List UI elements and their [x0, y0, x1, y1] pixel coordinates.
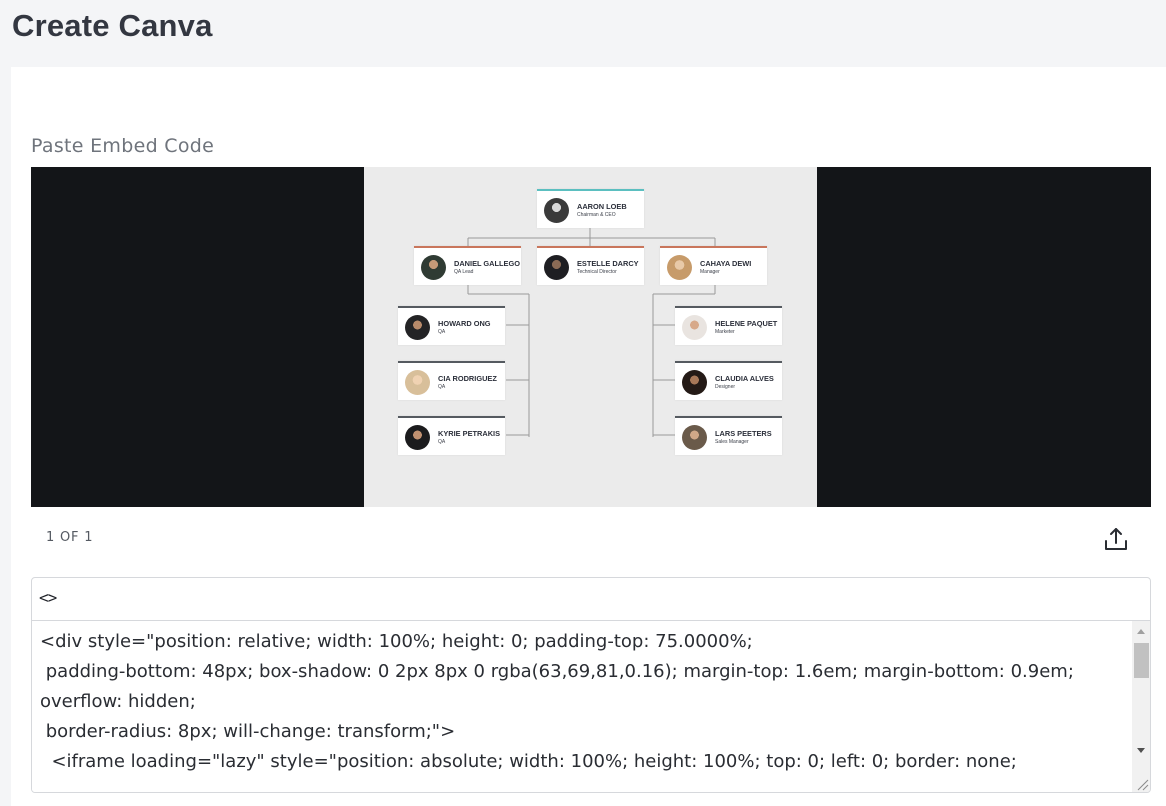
org-node-lars: LARS PEETERS Sales Manager: [675, 416, 782, 455]
create-card: Paste Embed Code AARON LOEB Chairman & C…: [11, 67, 1166, 806]
scroll-down-arrow[interactable]: [1137, 748, 1145, 753]
org-node-claudia: CLAUDIA ALVES Designer: [675, 361, 782, 400]
avatar: [544, 198, 569, 223]
org-node-cia: CIA RODRIGUEZ QA: [398, 361, 505, 400]
code-toolbar: <>: [32, 578, 1150, 621]
resize-grip-icon[interactable]: [1135, 777, 1149, 791]
share-button[interactable]: [1101, 524, 1131, 554]
code-brackets-icon[interactable]: <>: [39, 588, 57, 607]
org-node-daniel: DANIEL GALLEGO QA Lead: [414, 246, 521, 285]
org-node-cahaya: CAHAYA DEWI Manager: [660, 246, 767, 285]
page-counter: 1 OF 1: [46, 530, 94, 545]
org-chart-design: AARON LOEB Chairman & CEO DANIEL GALLEGO…: [364, 167, 817, 507]
avatar: [405, 370, 430, 395]
avatar: [405, 315, 430, 340]
org-node-howard: HOWARD ONG QA: [398, 306, 505, 345]
embed-code-label: Paste Embed Code: [31, 135, 215, 157]
page-title: Create Canva: [12, 8, 213, 43]
scroll-thumb[interactable]: [1134, 643, 1149, 678]
avatar: [667, 255, 692, 280]
embed-code-textarea[interactable]: <div style="position: relative; width: 1…: [32, 621, 1132, 792]
org-node-ceo: AARON LOEB Chairman & CEO: [537, 189, 644, 228]
avatar: [421, 255, 446, 280]
scroll-up-arrow[interactable]: [1137, 629, 1145, 634]
org-node-helene: HELENE PAQUET Marketer: [675, 306, 782, 345]
avatar: [405, 425, 430, 450]
design-preview[interactable]: AARON LOEB Chairman & CEO DANIEL GALLEGO…: [31, 167, 1151, 507]
avatar: [682, 315, 707, 340]
avatar: [544, 255, 569, 280]
embed-code-box: <> <div style="position: relative; width…: [31, 577, 1151, 793]
org-node-estelle: ESTELLE DARCY Technical Director: [537, 246, 644, 285]
avatar: [682, 370, 707, 395]
textarea-scrollbar[interactable]: [1132, 621, 1150, 792]
avatar: [682, 425, 707, 450]
org-node-kyrie: KYRIE PETRAKIS QA: [398, 416, 505, 455]
share-upload-icon: [1105, 528, 1127, 550]
